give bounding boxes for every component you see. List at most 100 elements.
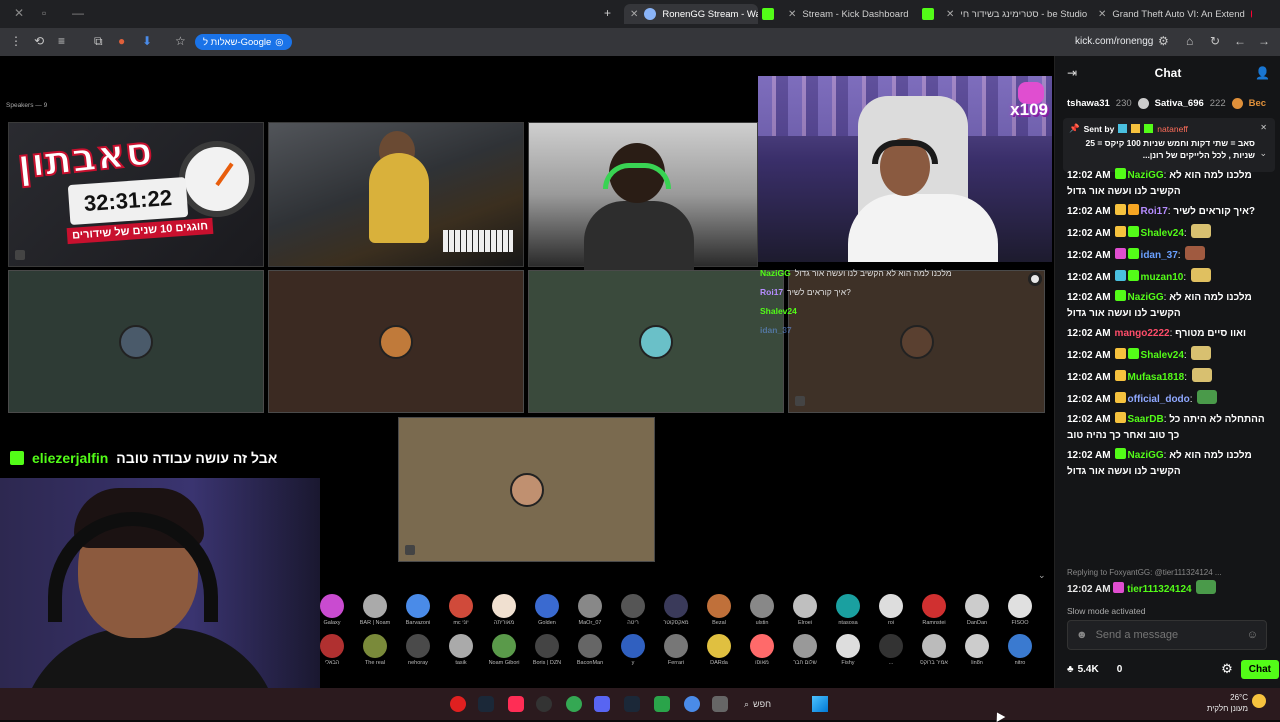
listener-avatar[interactable] (320, 634, 344, 658)
download-icon[interactable]: ⬇ (142, 34, 152, 48)
message-username[interactable]: NaziGG (1128, 170, 1164, 181)
listener-avatar[interactable] (363, 634, 387, 658)
pinned-username[interactable]: nataneff (1157, 124, 1188, 134)
site-settings-icon[interactable]: ⚙ (1158, 34, 1169, 48)
message-username[interactable]: mango2222 (1115, 328, 1170, 339)
listener-avatar[interactable] (922, 594, 946, 618)
obs-icon[interactable] (536, 696, 552, 712)
browser-icon[interactable] (684, 696, 700, 712)
message-username[interactable]: idan_37 (1141, 250, 1178, 261)
listener-avatar[interactable] (922, 634, 946, 658)
chevron-down-icon[interactable]: ⌄ (1259, 148, 1267, 159)
message-username[interactable]: Roi17 (1141, 206, 1168, 217)
reload-icon[interactable]: ↻ (1210, 34, 1220, 48)
listener-avatar[interactable] (621, 594, 645, 618)
bookmark-star-icon[interactable]: ☆ (175, 34, 186, 48)
reading-list-icon[interactable]: ≡ (58, 34, 65, 48)
listener-avatar[interactable] (320, 594, 344, 618)
close-tab-icon[interactable]: ✕ (788, 9, 796, 20)
opera-icon[interactable] (450, 696, 466, 712)
emoji-icon[interactable]: ☻ (1076, 629, 1088, 641)
listener-avatar[interactable] (879, 634, 903, 658)
message-username[interactable]: tier111324124 (1127, 584, 1192, 595)
close-tab-icon[interactable]: ✕ (1098, 9, 1106, 20)
message-username[interactable]: NaziGG (1128, 450, 1164, 461)
home-icon[interactable]: ⌂ (1186, 34, 1193, 48)
listener-avatar[interactable] (793, 594, 817, 618)
unpin-icon[interactable]: ✕ (1260, 123, 1267, 132)
gifter-name[interactable]: tshawa31 (1067, 98, 1110, 109)
kicks-balance[interactable]: ♣ 5.4K (1067, 664, 1099, 675)
chrome-icon[interactable] (566, 696, 582, 712)
extension-red-icon[interactable]: ● (118, 34, 125, 48)
message-username[interactable]: muzan10 (1141, 272, 1184, 283)
listener-avatar[interactable] (836, 634, 860, 658)
menu-dots-icon[interactable]: ⋮ (10, 34, 22, 48)
close-tab-icon[interactable]: ✕ (630, 9, 638, 20)
forward-arrow-icon[interactable]: → (1258, 34, 1270, 48)
gifter-name[interactable]: Sativa_696 (1155, 98, 1204, 109)
listener-avatar[interactable] (664, 594, 688, 618)
new-tab-button[interactable]: + (604, 6, 611, 20)
windows-start-icon[interactable] (812, 696, 828, 712)
pin-icon[interactable] (405, 545, 415, 555)
emote-picker-icon[interactable]: ☺ (1247, 629, 1258, 641)
pin-icon[interactable] (15, 250, 25, 260)
tab-youtube-studio[interactable]: ✕ סטרימינג בשידור חי - be Studio (940, 4, 1090, 24)
sync-icon[interactable]: ⟲ (34, 34, 44, 48)
listener-avatar[interactable] (750, 594, 774, 618)
message-username[interactable]: SaarDB (1128, 414, 1164, 425)
listener-avatar[interactable] (707, 594, 731, 618)
calculator-icon[interactable] (712, 696, 728, 712)
listener-avatar[interactable] (492, 594, 516, 618)
steam-icon[interactable] (478, 696, 494, 712)
listener-avatar[interactable] (363, 594, 387, 618)
message-username[interactable]: Shalev24 (1141, 350, 1184, 361)
message-username[interactable]: Shalev24 (1141, 228, 1184, 239)
listener-avatar[interactable] (406, 634, 430, 658)
message-username[interactable]: NaziGG (1128, 292, 1164, 303)
google-ask-button[interactable]: שאלות ל-Google ◎ (195, 34, 292, 50)
listener-avatar[interactable] (578, 634, 602, 658)
listener-avatar[interactable] (1008, 594, 1032, 618)
minimize-window-icon[interactable]: — (72, 6, 84, 20)
chevron-down-icon[interactable]: ⌄ (1038, 570, 1046, 581)
send-chat-button[interactable]: Chat (1240, 659, 1279, 679)
listener-avatar[interactable] (449, 634, 473, 658)
close-window-icon[interactable]: ✕ (14, 6, 24, 20)
listener-avatar[interactable] (492, 634, 516, 658)
pin-icon[interactable] (795, 396, 805, 406)
listener-avatar[interactable] (621, 634, 645, 658)
taskbar-search[interactable]: ⌕ חפש (744, 696, 771, 712)
chat-message-list[interactable]: 12:02 AM NaziGG: מלכנו למה הוא לא הקשיב ל… (1055, 168, 1280, 608)
listener-avatar[interactable] (965, 594, 989, 618)
listener-avatar[interactable] (750, 634, 774, 658)
listener-avatar[interactable] (535, 634, 559, 658)
tab-gta-youtube[interactable]: ✕ Grand Theft Auto VI: An Extend (1092, 4, 1252, 24)
listener-avatar[interactable] (793, 634, 817, 658)
collapse-chat-icon[interactable]: ⇥ (1067, 66, 1077, 80)
listener-avatar[interactable] (449, 594, 473, 618)
gifter-name[interactable]: Bec (1249, 98, 1266, 109)
weather-widget[interactable]: 26°C מעונן חלקית (1200, 692, 1248, 714)
steam-icon[interactable] (624, 696, 640, 712)
tab-kick-stream[interactable]: ✕ RonenGG Stream - Watch L (624, 4, 758, 24)
chat-message-input[interactable] (1095, 629, 1226, 641)
listener-avatar[interactable] (965, 634, 989, 658)
listener-avatar[interactable] (879, 594, 903, 618)
message-username[interactable]: Mufasa1818 (1128, 372, 1185, 383)
chat-users-icon[interactable]: 👤 (1255, 66, 1270, 80)
live-studio-icon[interactable] (654, 696, 670, 712)
listener-avatar[interactable] (406, 594, 430, 618)
gear-icon[interactable]: ⚙ (1221, 661, 1233, 677)
extensions-icon[interactable]: ⧉ (94, 34, 103, 49)
listener-avatar[interactable] (535, 594, 559, 618)
listener-avatar[interactable] (1008, 634, 1032, 658)
tab-kick-dashboard[interactable]: ✕ Stream - Kick Dashboard (782, 4, 922, 24)
listener-avatar[interactable] (578, 594, 602, 618)
listener-avatar[interactable] (836, 594, 860, 618)
message-username[interactable]: official_dodo (1128, 394, 1190, 405)
listener-avatar[interactable] (664, 634, 688, 658)
close-tab-icon[interactable]: ✕ (946, 9, 954, 20)
address-bar[interactable]: kick.com/ronengg (1075, 36, 1153, 47)
